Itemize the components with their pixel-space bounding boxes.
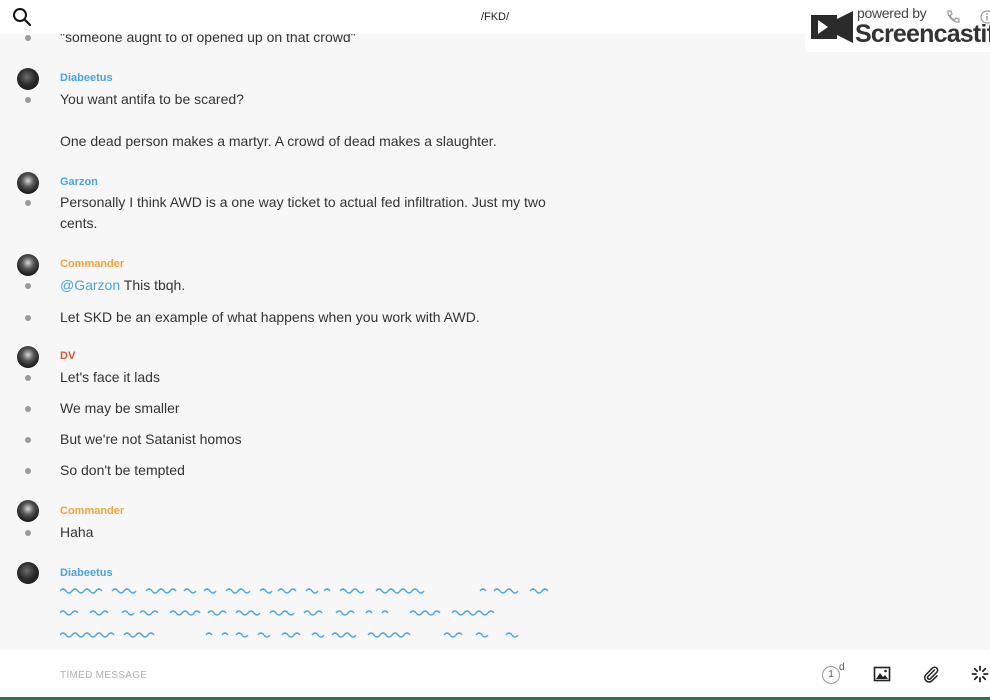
paperclip-icon[interactable] <box>922 665 940 683</box>
obscured-message-line <box>60 632 519 638</box>
message-text: One dead person makes a martyr. A crowd … <box>60 133 497 149</box>
username-diabeetus[interactable]: Diabeetus <box>60 567 113 579</box>
message-bullet <box>25 406 31 412</box>
mention-link[interactable]: @Garzon <box>60 277 120 293</box>
avatar[interactable] <box>17 562 39 584</box>
message-bullet <box>25 97 31 103</box>
screencastify-watermark: powered by Screencastify <box>805 2 990 52</box>
obscured-message-line <box>60 588 549 594</box>
message-bullet <box>25 35 31 41</box>
message-text: Let's face it lads <box>60 369 160 385</box>
avatar[interactable] <box>17 68 39 90</box>
timer-unit: d <box>839 662 845 673</box>
avatar[interactable] <box>17 346 39 368</box>
message-text: You want antifa to be scared? <box>60 91 244 107</box>
username-diabeetus[interactable]: Diabeetus <box>60 72 113 84</box>
message-bullet <box>25 315 31 321</box>
message-feed[interactable]: "someone aught to of opened up on that c… <box>0 34 990 650</box>
username-dv[interactable]: DV <box>60 350 75 362</box>
timer-button[interactable]: 1 d <box>822 662 848 686</box>
screencastify-logo-icon <box>811 11 853 43</box>
watermark-powered-by: powered by <box>857 5 927 21</box>
message-bullet <box>25 200 31 206</box>
username-commander[interactable]: Commander <box>60 505 124 517</box>
avatar[interactable] <box>17 254 39 276</box>
message-composer: 1 d <box>0 650 990 700</box>
avatar[interactable] <box>17 172 39 194</box>
message-bullet <box>25 530 31 536</box>
timer-icon: 1 <box>822 666 840 684</box>
obscured-message-line <box>60 610 495 616</box>
phone-icon[interactable] <box>945 10 960 25</box>
spinner-icon[interactable] <box>971 665 989 683</box>
timed-message-input[interactable] <box>60 666 660 684</box>
message-bullet <box>25 437 31 443</box>
message-text: "someone aught to of opened up on that c… <box>60 34 356 45</box>
message-text: @Garzon This tbqh. <box>60 275 570 296</box>
username-commander[interactable]: Commander <box>60 258 124 270</box>
watermark-brand: Screencastify <box>855 20 990 48</box>
image-icon[interactable] <box>873 665 891 683</box>
avatar[interactable] <box>17 500 39 522</box>
message-bullet <box>25 283 31 289</box>
message-text: So don't be tempted <box>60 462 185 478</box>
message-bullet <box>25 468 31 474</box>
message-text: Haha <box>60 524 94 540</box>
message-text: We may be smaller <box>60 400 180 416</box>
message-text: But we're not Satanist homos <box>60 431 242 447</box>
username-garzon[interactable]: Garzon <box>60 176 98 188</box>
message-text: Personally I think AWD is a one way tick… <box>60 194 546 231</box>
message-bullet <box>25 375 31 381</box>
info-icon[interactable] <box>980 10 990 24</box>
message-text: Let SKD be an example of what happens wh… <box>60 309 480 325</box>
message-text-rest: This tbqh. <box>120 277 186 293</box>
